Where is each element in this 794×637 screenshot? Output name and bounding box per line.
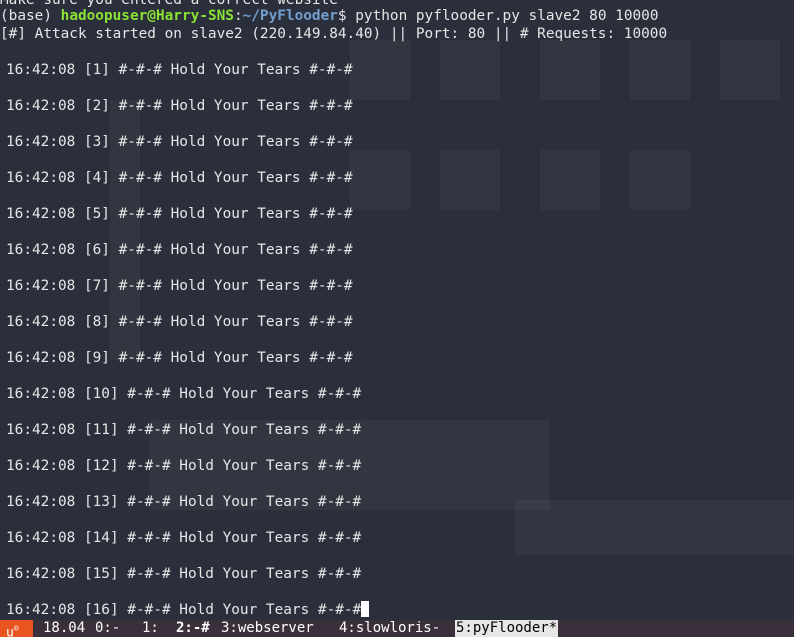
log-line: 16:42:08 [6] #-#-# Hold Your Tears #-#-# [6, 242, 353, 258]
attack-info-line: [#] Attack started on slave2 (220.149.84… [0, 26, 668, 42]
tmux-status-bar: u® 18.04 0:- 1: 2:-# 3:webserver 4:slowl… [0, 620, 794, 637]
log-line: 16:42:08 [2] #-#-# Hold Your Tears #-#-# [6, 98, 353, 114]
log-line: 16:42:08 [13] #-#-# Hold Your Tears #-#-… [6, 494, 362, 510]
prompt-user-host: hadoopuser@Harry-SNS [60, 8, 234, 24]
log-line: 16:42:08 [5] #-#-# Hold Your Tears #-#-# [6, 206, 353, 222]
log-line: 16:42:08 [3] #-#-# Hold Your Tears #-#-# [6, 134, 353, 150]
tmux-window-3[interactable]: 3:webserver [221, 620, 314, 637]
log-line: 16:42:08 [14] #-#-# Hold Your Tears #-#-… [6, 530, 362, 546]
command-prompt-line: (base) hadoopuser@Harry-SNS:~/PyFlooder$… [0, 7, 659, 25]
os-version: 18.04 [43, 620, 86, 636]
command-text: python pyflooder.py slave2 80 10000 [355, 8, 659, 24]
log-line: 16:42:08 [7] #-#-# Hold Your Tears #-#-# [6, 278, 353, 294]
log-line: 16:42:08 [10] #-#-# Hold Your Tears #-#-… [6, 386, 362, 402]
prompt-path: ~/PyFlooder [242, 8, 338, 24]
prompt-symbol: $ [337, 8, 356, 24]
tmux-window-5-active[interactable]: 5:pyFlooder* [455, 620, 559, 637]
terminal-cursor [361, 601, 370, 617]
ubuntu-logo: u® [0, 620, 33, 637]
tmux-window-1[interactable]: 1: [142, 620, 159, 637]
log-line: 16:42:08 [1] #-#-# Hold Your Tears #-#-# [6, 62, 353, 78]
log-line: 16:42:08 [15] #-#-# Hold Your Tears #-#-… [6, 566, 362, 582]
log-line: 16:42:08 [8] #-#-# Hold Your Tears #-#-# [6, 314, 353, 330]
tmux-window-4[interactable]: 4:slowloris- [339, 620, 440, 637]
log-line: 16:42:08 [9] #-#-# Hold Your Tears #-#-# [6, 350, 353, 366]
tmux-window-2[interactable]: 2:-# [176, 620, 210, 637]
log-line: 16:42:08 [16] #-#-# Hold Your Tears #-#-… [6, 601, 370, 619]
log-line: 16:42:08 [11] #-#-# Hold Your Tears #-#-… [6, 422, 362, 438]
terminal-window[interactable]: Make sure you entered a correct website … [0, 0, 794, 620]
prompt-separator: : [233, 8, 243, 24]
log-line: 16:42:08 [12] #-#-# Hold Your Tears #-#-… [6, 458, 362, 474]
tmux-window-0[interactable]: 0:- [95, 620, 120, 637]
log-line: 16:42:08 [4] #-#-# Hold Your Tears #-#-# [6, 170, 353, 186]
conda-env: (base) [0, 8, 61, 24]
